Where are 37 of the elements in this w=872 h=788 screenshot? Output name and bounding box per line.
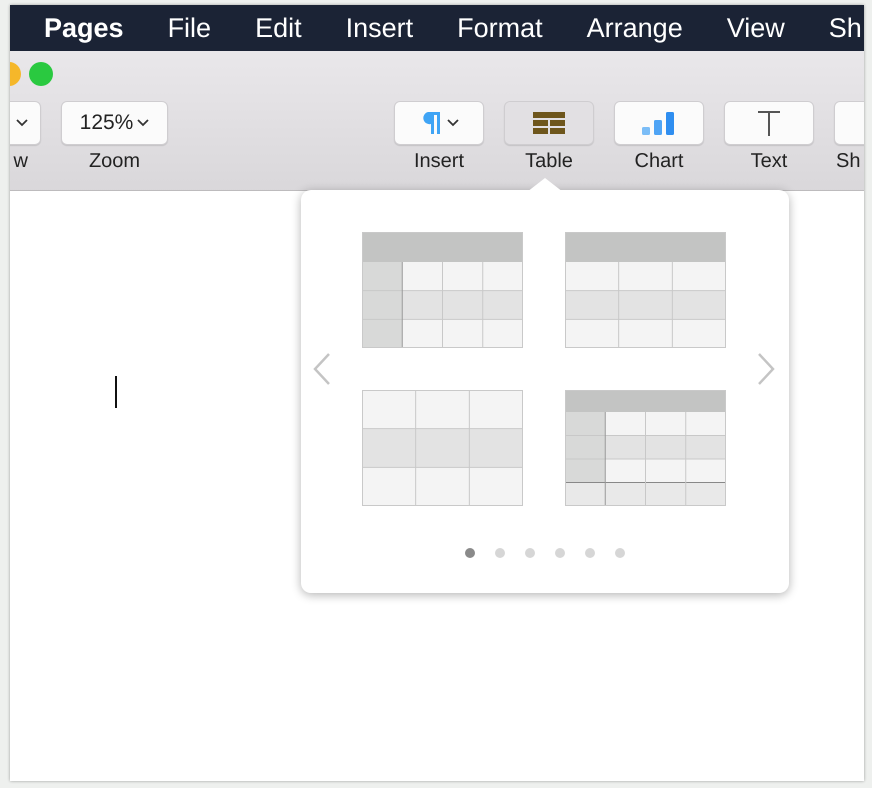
toolbar-label: Zoom [88,150,140,172]
chart-button[interactable] [614,101,704,145]
menu-item[interactable]: Insert [346,12,414,44]
zoom-dropdown[interactable]: 125% [61,101,168,145]
table-style-thumbnail[interactable] [362,232,523,348]
text-icon [756,110,782,136]
toolbar-label: Sh [836,150,860,172]
app-menu[interactable]: Pages [44,12,124,44]
menu-item[interactable]: Format [457,12,543,44]
chevron-icon [137,119,150,127]
toolbar-label: Text [750,150,788,172]
page-dot[interactable] [465,548,475,558]
table-button[interactable] [504,101,594,145]
insert-button[interactable] [394,101,484,145]
toolbar-label: Table [525,150,573,172]
table-icon [533,112,565,134]
text-button[interactable] [724,101,814,145]
toolbar-label: Chart [634,150,684,172]
page-dot[interactable] [495,548,505,558]
toolbar-label: Insert [414,150,464,172]
text-cursor [115,376,117,408]
menu-item[interactable]: File [168,12,212,44]
zoom-window-button[interactable] [29,62,53,86]
menu-item[interactable]: View [726,12,785,44]
menu-item[interactable]: Arrange [586,12,683,44]
table-style-thumbnail[interactable] [362,390,523,506]
page-dot[interactable] [555,548,565,558]
chevron-icon [16,119,28,127]
toolbar-label: w [14,150,28,172]
table-style-thumbnail[interactable] [565,232,726,348]
menu-item[interactable]: Edit [255,12,302,44]
table-style-thumbnail[interactable] [565,390,726,506]
page-dot[interactable] [585,548,595,558]
page-dot[interactable] [615,548,625,558]
bar-chart-icon [641,111,677,135]
menu-item[interactable]: Sh [828,12,862,44]
page-dot[interactable] [525,548,535,558]
